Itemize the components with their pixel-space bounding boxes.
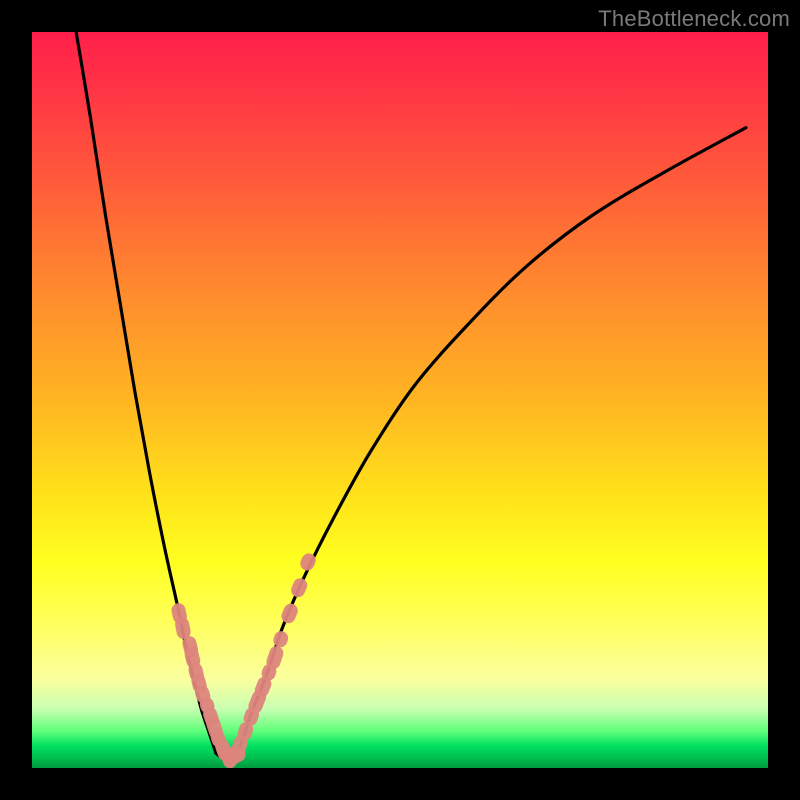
markers-right: [221, 551, 318, 768]
data-marker: [279, 602, 300, 626]
markers-left: [170, 602, 239, 768]
plot-area: [32, 32, 768, 768]
chart-frame: TheBottleneck.com: [0, 0, 800, 800]
data-marker: [289, 576, 309, 599]
curve-group: [76, 32, 746, 761]
watermark-text: TheBottleneck.com: [598, 6, 790, 32]
right-curve: [238, 128, 746, 754]
data-marker: [272, 629, 290, 649]
chart-svg: [32, 32, 768, 768]
